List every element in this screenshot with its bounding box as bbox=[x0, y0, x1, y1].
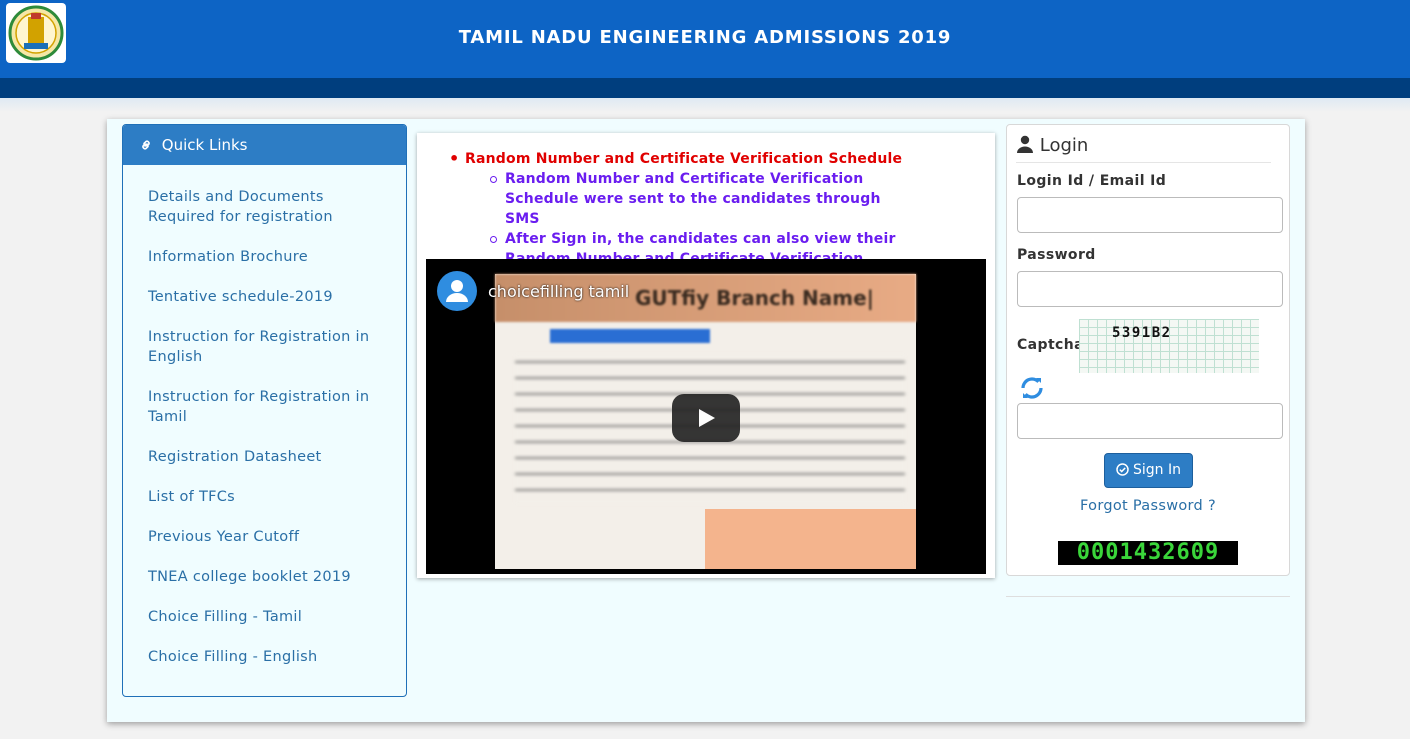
quick-link-choice-filling-english[interactable]: Choice Filling - English bbox=[148, 647, 388, 667]
quick-link-choice-filling-tamil[interactable]: Choice Filling - Tamil bbox=[148, 607, 388, 627]
password-input[interactable] bbox=[1017, 271, 1283, 307]
page-title: TAMIL NADU ENGINEERING ADMISSIONS 2019 bbox=[458, 27, 952, 48]
notice-heading: Random Number and Certificate Verificati… bbox=[449, 149, 965, 169]
quick-link-tentative-schedule[interactable]: Tentative schedule-2019 bbox=[148, 287, 388, 307]
login-heading: Login bbox=[1016, 135, 1271, 163]
quick-link-instruction-english[interactable]: Instruction for Registration in English bbox=[148, 327, 388, 367]
notice-point-sms: Random Number and Certificate Verificati… bbox=[490, 169, 905, 229]
captcha-input[interactable] bbox=[1017, 403, 1283, 439]
play-icon[interactable] bbox=[672, 394, 740, 442]
password-label: Password bbox=[1017, 247, 1096, 263]
quick-link-information-brochure[interactable]: Information Brochure bbox=[148, 247, 388, 267]
header-bar: TAMIL NADU ENGINEERING ADMISSIONS 2019 bbox=[0, 0, 1410, 78]
quick-link-registration-datasheet[interactable]: Registration Datasheet bbox=[148, 447, 388, 467]
captcha-text: 5391B2 bbox=[1112, 325, 1172, 341]
refresh-icon[interactable] bbox=[1019, 375, 1045, 405]
sign-in-label: Sign In bbox=[1133, 462, 1181, 478]
video-player[interactable]: GUTfiy Branch Name| choicefilling tamil bbox=[426, 259, 986, 574]
divider bbox=[1006, 596, 1290, 597]
quick-links-panel: Quick Links Details and Documents Requir… bbox=[122, 124, 407, 697]
main-container: Quick Links Details and Documents Requir… bbox=[107, 119, 1305, 722]
captcha-image: 5391B2 bbox=[1079, 319, 1259, 373]
quick-link-college-booklet[interactable]: TNEA college booklet 2019 bbox=[148, 567, 388, 587]
quick-link-previous-year-cutoff[interactable]: Previous Year Cutoff bbox=[148, 527, 388, 547]
captcha-label: Captcha bbox=[1017, 337, 1084, 353]
channel-avatar-icon[interactable] bbox=[437, 271, 477, 311]
quick-links-header: Quick Links bbox=[123, 125, 406, 165]
quick-links-list: Details and Documents Required for regis… bbox=[123, 165, 406, 667]
login-panel: Login Login Id / Email Id Password Captc… bbox=[1006, 124, 1290, 576]
quick-link-details-documents[interactable]: Details and Documents Required for regis… bbox=[148, 187, 388, 227]
quick-links-title: Quick Links bbox=[161, 136, 248, 154]
login-title: Login bbox=[1039, 135, 1089, 156]
header-subbar bbox=[0, 78, 1410, 98]
notice-panel: Random Number and Certificate Verificati… bbox=[417, 133, 995, 578]
quick-link-instruction-tamil[interactable]: Instruction for Registration in Tamil bbox=[148, 387, 388, 427]
user-icon bbox=[1017, 135, 1033, 153]
quick-link-list-of-tfcs[interactable]: List of TFCs bbox=[148, 487, 388, 507]
link-icon bbox=[142, 140, 150, 150]
forgot-password-link[interactable]: Forgot Password ? bbox=[1007, 498, 1289, 514]
login-id-input[interactable] bbox=[1017, 197, 1283, 233]
check-circle-icon bbox=[1116, 463, 1129, 476]
sign-in-button[interactable]: Sign In bbox=[1104, 453, 1193, 488]
visitor-counter: 0001432609 bbox=[1058, 541, 1238, 565]
video-title[interactable]: choicefilling tamil bbox=[488, 282, 629, 301]
login-id-label: Login Id / Email Id bbox=[1017, 173, 1167, 189]
